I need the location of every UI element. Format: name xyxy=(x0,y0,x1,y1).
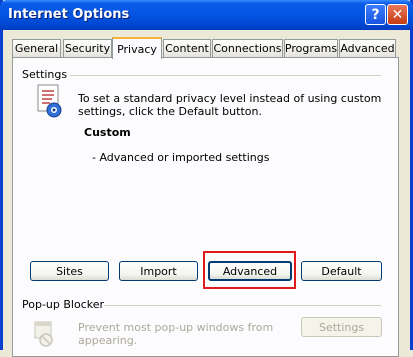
privacy-level-detail: - Advanced or imported settings xyxy=(92,151,270,164)
popup-blocker-group-divider xyxy=(104,305,381,306)
tab-content-label: Content xyxy=(165,42,209,55)
tab-content[interactable]: Content xyxy=(163,39,211,57)
title-bar[interactable]: Internet Options ? ✕ xyxy=(0,0,413,30)
close-button[interactable]: ✕ xyxy=(387,4,408,25)
tab-security-label: Security xyxy=(64,42,111,55)
tab-general-label: General xyxy=(14,42,59,55)
privacy-level-name: Custom xyxy=(84,126,131,139)
settings-group-label: Settings xyxy=(22,68,68,81)
tab-connections[interactable]: Connections xyxy=(212,39,283,57)
popup-settings-button-label: Settings xyxy=(318,320,365,334)
help-icon: ? xyxy=(371,6,380,23)
advanced-button-highlight xyxy=(203,251,296,289)
settings-description-line1: To set a standard privacy level instead … xyxy=(78,92,382,105)
tab-general[interactable]: General xyxy=(12,39,61,57)
tab-advanced[interactable]: Advanced xyxy=(339,39,396,57)
import-button-label: Import xyxy=(140,264,177,278)
tab-security[interactable]: Security xyxy=(63,39,112,57)
settings-group-divider xyxy=(70,75,381,76)
default-button-label: Default xyxy=(321,264,362,278)
sites-button[interactable]: Sites xyxy=(30,261,109,281)
sites-button-label: Sites xyxy=(56,264,83,278)
tab-privacy-label: Privacy xyxy=(117,42,157,56)
popup-blocker-icon xyxy=(34,321,53,347)
tab-advanced-label: Advanced xyxy=(340,42,395,55)
popup-blocker-group-label: Pop-up Blocker xyxy=(22,298,105,311)
tab-connections-label: Connections xyxy=(213,42,282,55)
tab-programs[interactable]: Programs xyxy=(284,39,338,57)
privacy-document-icon xyxy=(37,84,62,118)
window-title: Internet Options xyxy=(8,7,130,22)
tab-privacy[interactable]: Privacy xyxy=(112,37,162,59)
popup-blocker-description-line1: Prevent most pop-up windows from xyxy=(78,321,274,334)
import-button[interactable]: Import xyxy=(119,261,198,281)
settings-description-line2: settings, click the Default button. xyxy=(78,105,262,118)
popup-blocker-description-line2: appearing. xyxy=(78,334,138,347)
default-button[interactable]: Default xyxy=(301,261,382,281)
tab-programs-label: Programs xyxy=(284,42,338,55)
popup-settings-button[interactable]: Settings xyxy=(301,317,382,337)
help-button[interactable]: ? xyxy=(365,4,386,25)
close-icon: ✕ xyxy=(391,6,404,23)
